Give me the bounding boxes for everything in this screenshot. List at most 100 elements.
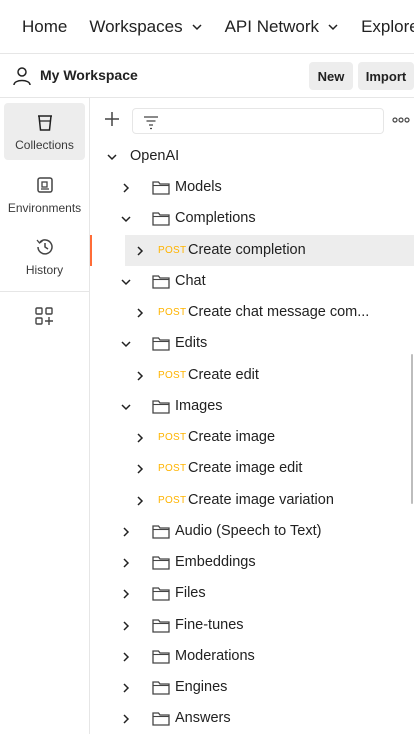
folder-name: Embeddings	[175, 554, 256, 570]
chevron-down-icon[interactable]	[120, 338, 132, 350]
scrollbar[interactable]	[411, 354, 413, 504]
method-badge: POST	[158, 307, 187, 318]
folder-row[interactable]: Audio (Speech to Text)	[90, 516, 414, 547]
request-name: Create image variation	[188, 491, 334, 508]
request-row[interactable]: POST Create image variation	[90, 485, 414, 516]
folder-name: Completions	[175, 210, 256, 227]
workspace-bar: My Workspace New Import	[0, 54, 414, 98]
folder-icon	[152, 587, 170, 601]
folder-row[interactable]: Moderations	[90, 641, 414, 672]
chevron-right-icon[interactable]	[134, 307, 146, 319]
chevron-right-icon[interactable]	[134, 495, 146, 507]
collection-name: OpenAI	[130, 148, 180, 164]
folder-icon	[152, 712, 170, 726]
sidebar-item-collections[interactable]: Collections	[4, 103, 85, 160]
folder-icon	[152, 556, 170, 570]
more-options-icon[interactable]	[392, 114, 410, 126]
environment-icon	[36, 177, 53, 193]
method-badge: POST	[158, 494, 187, 506]
folder-icon	[152, 400, 170, 414]
chevron-right-icon[interactable]	[120, 620, 132, 632]
folder-row[interactable]: Engines	[90, 672, 414, 703]
folder-icon	[152, 681, 170, 695]
chevron-down-icon[interactable]	[120, 401, 132, 413]
folder-icon	[152, 337, 170, 351]
request-row[interactable]: POST Create completion	[90, 234, 414, 266]
person-icon	[13, 67, 31, 86]
chevron-right-icon[interactable]	[134, 432, 146, 444]
history-icon	[36, 239, 53, 255]
chevron-down-icon	[328, 23, 338, 30]
method-badge: POST	[158, 369, 187, 381]
folder-name: Moderations	[175, 647, 255, 664]
nav-api-network-label: API Network	[224, 16, 320, 36]
filter-icon	[144, 116, 158, 130]
folder-icon	[152, 650, 170, 664]
folder-row[interactable]: Embeddings	[90, 547, 414, 578]
request-row[interactable]: POST Create chat message com...	[90, 297, 414, 328]
request-name: Create chat message com...	[188, 304, 370, 320]
collection-tree: OpenAI Models Completions POST Create compl…	[90, 140, 414, 734]
request-row[interactable]: POST Create image edit	[90, 453, 414, 484]
folder-icon	[152, 525, 170, 539]
selection-gutter	[92, 234, 125, 266]
chevron-right-icon[interactable]	[134, 245, 146, 257]
request-name: Create completion	[188, 241, 306, 258]
request-name: Create image	[188, 429, 276, 445]
nav-workspaces[interactable]: Workspaces	[89, 17, 202, 37]
chevron-right-icon[interactable]	[120, 713, 132, 725]
chevron-right-icon[interactable]	[134, 463, 146, 475]
request-row[interactable]: POST Create edit	[90, 360, 414, 391]
new-button[interactable]: New	[309, 62, 353, 90]
method-badge: POST	[158, 244, 187, 256]
folder-name: Images	[175, 397, 223, 414]
folder-name: Models	[175, 179, 222, 195]
folder-row[interactable]: Edits	[90, 328, 414, 359]
request-row[interactable]: POST Create image	[90, 422, 414, 453]
plus-icon[interactable]	[103, 110, 121, 128]
nav-home-label: Home	[22, 16, 68, 36]
chevron-down-icon	[192, 23, 202, 30]
folder-row[interactable]: Images	[90, 391, 414, 422]
folder-name: Fine-tunes	[175, 616, 244, 633]
folder-icon	[152, 181, 170, 195]
sidebar-item-label: Collections	[15, 138, 74, 152]
folder-row[interactable]: Files	[90, 578, 414, 609]
folder-row[interactable]: Models	[90, 172, 414, 203]
folder-icon	[152, 275, 170, 289]
chevron-right-icon[interactable]	[120, 651, 132, 663]
folder-row[interactable]: Answers	[90, 703, 414, 734]
sidebar-item-environments[interactable]: Environments	[4, 166, 85, 223]
folder-name: Files	[175, 585, 206, 602]
folder-name: Engines	[175, 679, 228, 695]
request-name: Create image edit	[188, 460, 303, 477]
folder-row[interactable]: Chat	[90, 266, 414, 297]
folder-icon	[152, 618, 170, 633]
chevron-right-icon[interactable]	[120, 182, 132, 194]
nav-explore-label: Explore	[361, 16, 414, 36]
chevron-right-icon[interactable]	[120, 557, 132, 569]
folder-row[interactable]: Completions	[90, 203, 414, 234]
trash-can-icon	[37, 115, 52, 131]
chevron-down-icon[interactable]	[120, 276, 132, 288]
nav-home[interactable]: Home	[22, 17, 67, 37]
nav-explore[interactable]: Explore	[361, 17, 414, 37]
import-button[interactable]: Import	[358, 62, 414, 90]
chevron-right-icon[interactable]	[120, 682, 132, 694]
add-workspace-icon[interactable]	[33, 305, 55, 327]
folder-row[interactable]: Fine-tunes	[90, 610, 414, 641]
folder-name: Answers	[175, 710, 231, 727]
folder-name: Chat	[175, 272, 206, 289]
nav-workspaces-label: Workspaces	[89, 16, 183, 36]
chevron-right-icon[interactable]	[134, 370, 146, 382]
chevron-right-icon[interactable]	[120, 588, 132, 600]
sidebar-item-history[interactable]: History	[4, 228, 85, 285]
nav-api-network[interactable]: API Network	[225, 17, 339, 37]
top-navigation: Home Workspaces API Network Explore	[0, 0, 414, 54]
chevron-down-icon[interactable]	[120, 213, 132, 225]
workspace-title[interactable]: My Workspace	[40, 67, 138, 83]
chevron-right-icon[interactable]	[120, 526, 132, 538]
collection-row[interactable]: OpenAI	[90, 141, 414, 172]
sidebar-item-label: History	[25, 263, 64, 277]
filter-input[interactable]	[132, 108, 384, 134]
